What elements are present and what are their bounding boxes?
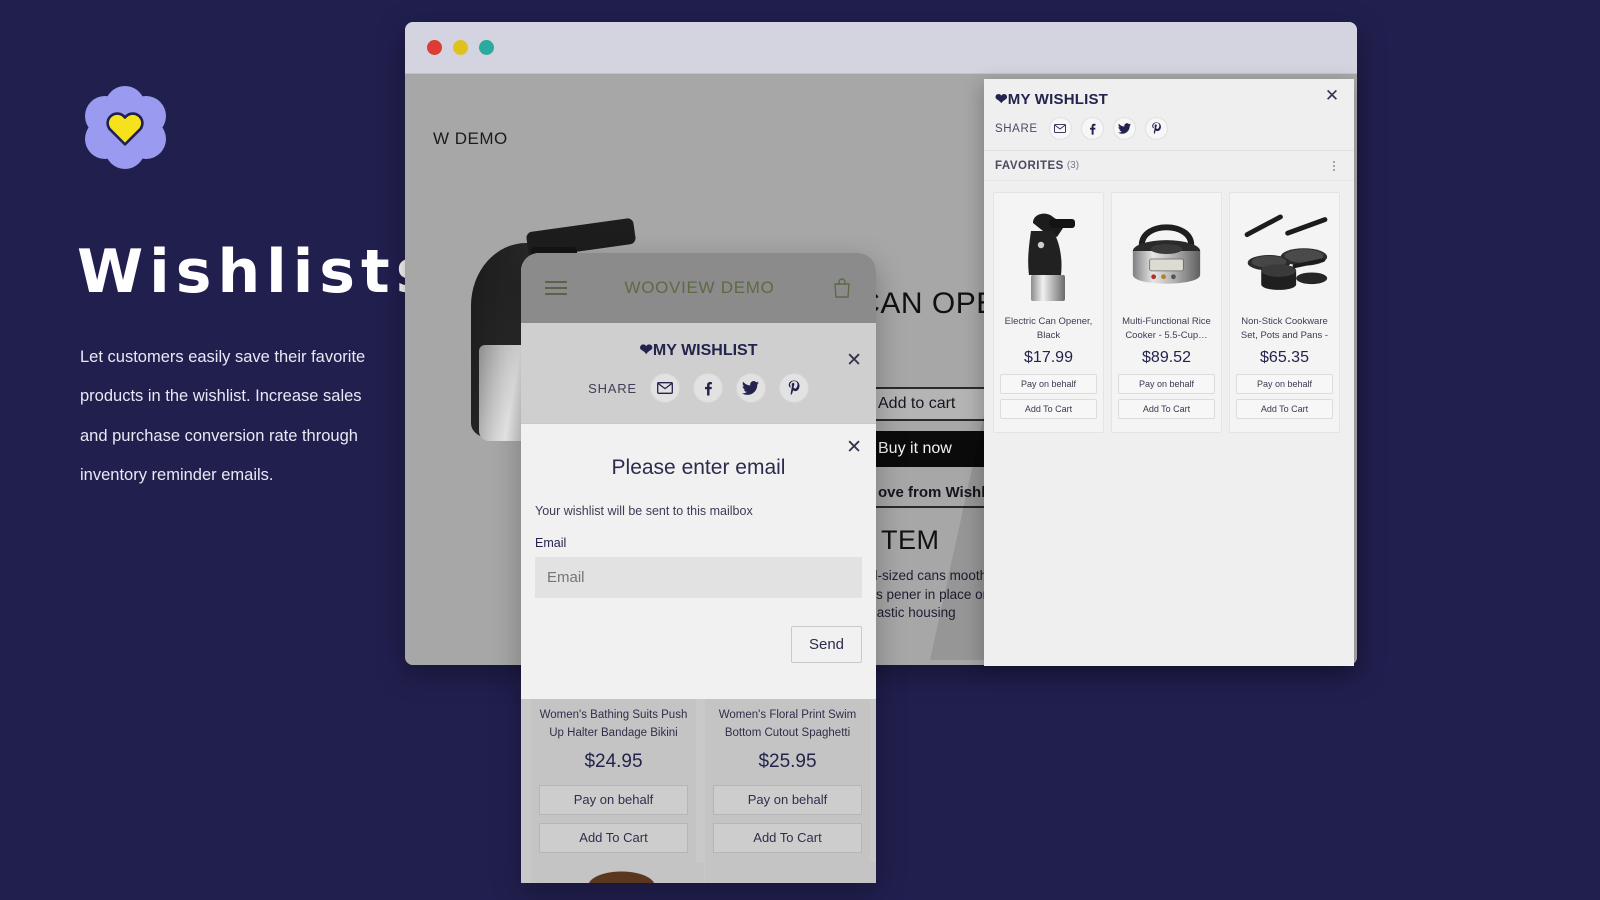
- email-icon: [656, 382, 673, 394]
- pay-on-behalf-button[interactable]: Pay on behalf: [1236, 374, 1333, 394]
- send-button[interactable]: Send: [791, 626, 862, 663]
- add-to-cart-button[interactable]: Add To Cart: [1000, 399, 1097, 419]
- email-modal: ✕ Please enter email Your wishlist will …: [521, 424, 876, 699]
- email-modal-subtitle: Your wishlist will be sent to this mailb…: [535, 504, 753, 518]
- wishlist-item-price: $65.35: [1260, 349, 1309, 366]
- phone-wishlist-close-button[interactable]: ✕: [846, 349, 862, 372]
- promo-panel: Wishlists Let customers easily save thei…: [0, 0, 431, 900]
- pinterest-icon: [1151, 122, 1161, 135]
- share-email-button[interactable]: [1048, 117, 1072, 140]
- share-pinterest-button[interactable]: [1144, 117, 1168, 140]
- product-card: Women's Bathing Suits Push Up Halter Ban…: [531, 699, 704, 883]
- hamburger-menu-icon[interactable]: [545, 277, 567, 299]
- add-to-cart-button[interactable]: Add To Cart: [539, 823, 688, 853]
- wishlist-favorites-bar: FAVORITES (3): [984, 151, 1354, 181]
- window-close-button[interactable]: [427, 40, 442, 55]
- phone-mockup: WOOVIEW DEMO ❤MY WISHLIST ✕ SHARE Women'…: [521, 253, 876, 883]
- wishlist-item-name: Multi-Functional Rice Cooker - 5.5-Cup…: [1122, 316, 1211, 341]
- facebook-icon: [705, 381, 713, 395]
- product-card: Women's Floral Print Swim Bottom Cutout …: [705, 699, 876, 883]
- product-name: Women's Floral Print Swim Bottom Cutout …: [718, 709, 857, 739]
- wishlist-panel: ❤MY WISHLIST ✕ SHARE FAVORITES (3) Elect…: [984, 79, 1354, 666]
- share-email-button[interactable]: [649, 373, 680, 403]
- pay-on-behalf-button[interactable]: Pay on behalf: [713, 785, 862, 815]
- share-label: SHARE: [995, 122, 1038, 135]
- wishlist-item-name: Non-Stick Cookware Set, Pots and Pans - …: [1240, 316, 1329, 341]
- wishlist-close-button[interactable]: ✕: [1322, 86, 1342, 106]
- facebook-icon: [1090, 123, 1096, 135]
- share-label: SHARE: [588, 380, 637, 396]
- product-price: $24.95: [584, 751, 643, 772]
- share-facebook-button[interactable]: [692, 373, 723, 403]
- heart-icon: ❤: [995, 91, 1008, 108]
- more-vertical-icon[interactable]: [1327, 158, 1341, 174]
- add-to-cart-button[interactable]: Add To Cart: [1118, 399, 1215, 419]
- wishlist-card: Electric Can Opener, Black $17.99 Pay on…: [993, 192, 1104, 433]
- heart-flower-logo-icon: [84, 86, 166, 169]
- heart-icon: [106, 112, 144, 146]
- email-field-label: Email: [535, 536, 567, 550]
- window-minimize-button[interactable]: [453, 40, 468, 55]
- phone-topbar: WOOVIEW DEMO: [521, 253, 876, 323]
- phone-brand: WOOVIEW DEMO: [624, 278, 775, 297]
- share-facebook-button[interactable]: [1080, 117, 1104, 140]
- favorites-label: FAVORITES: [995, 159, 1064, 172]
- phone-wishlist-title: ❤MY WISHLIST: [639, 342, 758, 359]
- wishlist-share-row: SHARE: [995, 117, 1168, 140]
- product-thumbnail-rice-cooker: [1118, 199, 1215, 311]
- pay-on-behalf-button[interactable]: Pay on behalf: [1118, 374, 1215, 394]
- wishlist-item-name: Electric Can Opener, Black: [1004, 316, 1093, 341]
- pay-on-behalf-button[interactable]: Pay on behalf: [539, 785, 688, 815]
- wishlist-item-price: $89.52: [1142, 349, 1191, 366]
- share-twitter-button[interactable]: [1112, 117, 1136, 140]
- twitter-icon: [1117, 123, 1131, 134]
- phone-product-grid: Women's Bathing Suits Push Up Halter Ban…: [531, 699, 876, 883]
- product-subtitle: TEM: [881, 525, 940, 555]
- add-to-cart-button[interactable]: Add To Cart: [713, 823, 862, 853]
- wishlist-card: Non-Stick Cookware Set, Pots and Pans - …: [1229, 192, 1340, 433]
- twitter-icon: [742, 381, 760, 395]
- email-icon: [1054, 124, 1067, 133]
- share-twitter-button[interactable]: [735, 373, 766, 403]
- promo-title: Wishlists: [77, 237, 438, 307]
- pay-on-behalf-button[interactable]: Pay on behalf: [1000, 374, 1097, 394]
- wishlist-items: Electric Can Opener, Black $17.99 Pay on…: [984, 181, 1354, 444]
- browser-titlebar: [405, 22, 1357, 74]
- shopping-bag-icon[interactable]: [832, 277, 852, 299]
- heart-icon: ❤: [639, 342, 653, 359]
- product-price: $25.95: [758, 751, 817, 772]
- email-input[interactable]: [535, 557, 862, 598]
- pinterest-icon: [788, 380, 800, 396]
- product-card-next: [539, 862, 704, 883]
- product-name: Women's Bathing Suits Push Up Halter Ban…: [539, 709, 688, 739]
- phone-share-row: SHARE: [521, 373, 876, 403]
- add-to-cart-button[interactable]: Add To Cart: [1236, 399, 1333, 419]
- email-modal-title: Please enter email: [611, 456, 786, 479]
- phone-wishlist-header: ❤MY WISHLIST ✕ SHARE: [521, 323, 876, 423]
- wishlist-item-price: $17.99: [1024, 349, 1073, 366]
- product-thumbnail: [539, 862, 704, 883]
- site-brand: W DEMO: [433, 129, 508, 148]
- wishlist-card: Multi-Functional Rice Cooker - 5.5-Cup… …: [1111, 192, 1222, 433]
- product-card-next: [713, 862, 876, 883]
- screenshot-root: Wishlists Let customers easily save thei…: [0, 0, 1600, 900]
- wishlist-title: ❤MY WISHLIST: [995, 91, 1109, 108]
- wishlist-header: ❤MY WISHLIST ✕ SHARE: [984, 79, 1354, 151]
- share-pinterest-button[interactable]: [778, 373, 809, 403]
- window-zoom-button[interactable]: [479, 40, 494, 55]
- product-thumbnail-can-opener: [1000, 199, 1097, 311]
- product-thumbnail-cookware-set: [1236, 199, 1333, 311]
- promo-description: Let customers easily save their favorite…: [80, 348, 366, 484]
- favorites-count: (3): [1066, 160, 1080, 171]
